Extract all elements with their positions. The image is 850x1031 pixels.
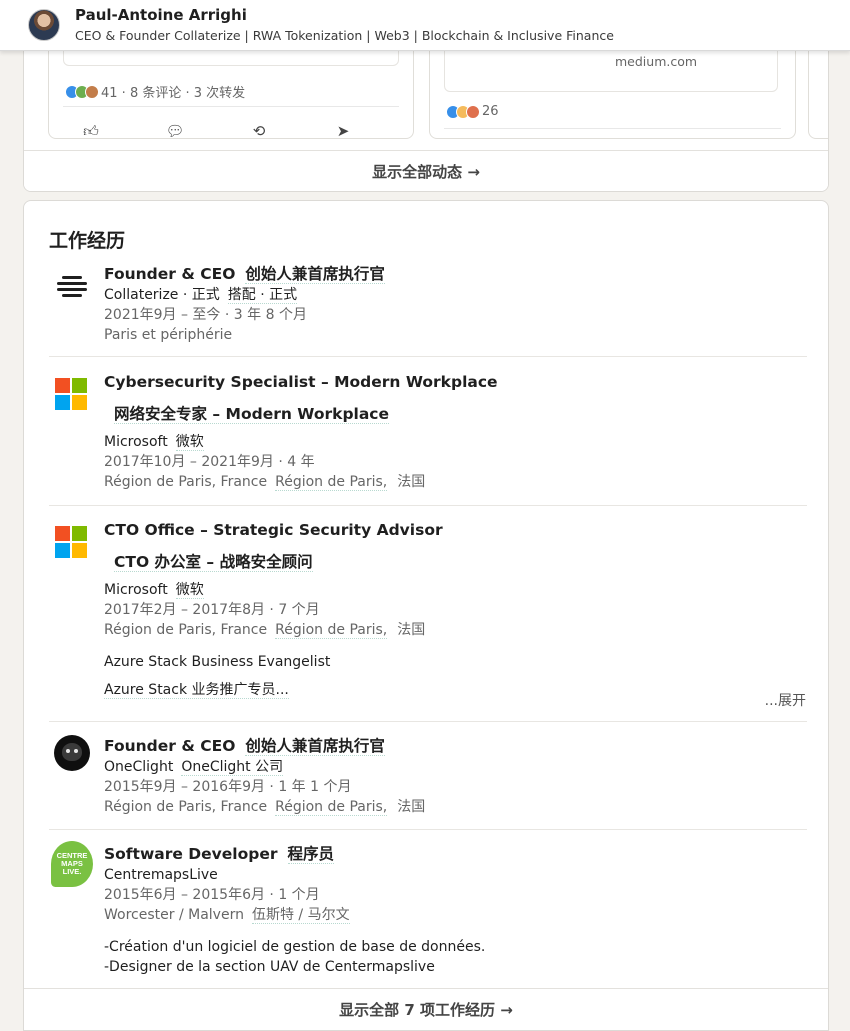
show-all-activity-button[interactable]: 显示全部动态 → xyxy=(24,150,828,191)
job-title: Software Developer xyxy=(104,845,278,863)
post-reactions[interactable]: 41 · 8 条评论 · 3 次转发 xyxy=(65,82,245,101)
microsoft-logo[interactable] xyxy=(54,525,90,561)
job-title: Founder & CEO xyxy=(104,737,236,755)
job-title: Cybersecurity Specialist – Modern Workpl… xyxy=(104,373,498,391)
location: Région de Paris, France xyxy=(104,474,268,490)
location: Paris et périphérie xyxy=(104,327,233,343)
job-title-translation: 网络安全专家 – Modern Workplace xyxy=(114,405,390,424)
date-range: 2017年10月 – 2021年9月 · 4 年 xyxy=(104,454,315,470)
company-name[interactable]: OneClight xyxy=(104,759,173,775)
post-actions: 👍︎ 💬︎ ⟲ ➤ xyxy=(49,122,413,138)
date-range: 2015年6月 – 2015年6月 · 1 个月 xyxy=(104,887,320,903)
send-icon[interactable]: ➤ xyxy=(301,122,385,138)
see-more-button[interactable]: ...展开 xyxy=(765,690,806,710)
divider xyxy=(444,128,781,129)
company-translation: 搭配 · 正式 xyxy=(227,287,298,304)
reaction-icons xyxy=(446,104,480,119)
divider xyxy=(49,505,807,506)
company-name[interactable]: Collaterize · 正式 xyxy=(104,287,220,303)
collaterize-logo[interactable] xyxy=(54,268,90,304)
thumbs-up-icon[interactable]: 👍︎ xyxy=(49,122,133,138)
company-name[interactable]: Microsoft xyxy=(104,434,168,450)
date-range: 2017年2月 – 2017年8月 · 7 个月 xyxy=(104,602,320,618)
date-range: 2015年9月 – 2016年9月 · 1 年 1 个月 xyxy=(104,779,352,795)
location: Région de Paris, France xyxy=(104,622,268,638)
microsoft-logo[interactable] xyxy=(54,377,90,413)
link-host: medium.com xyxy=(615,54,698,69)
section-title: 工作经历 xyxy=(49,230,126,252)
job-title-translation: 程序员 xyxy=(287,845,335,864)
company-name[interactable]: Microsoft xyxy=(104,582,168,598)
job-title-translation: CTO 办公室 – 战略安全顾问 xyxy=(114,553,313,572)
job-description: -Création d'un logiciel de gestion de ba… xyxy=(104,939,486,955)
location-translation-country: 法国 xyxy=(397,799,426,815)
reactions-count[interactable]: 26 xyxy=(482,104,499,119)
location-translation: Région de Paris, xyxy=(275,474,388,491)
post-reactions[interactable]: 26 xyxy=(446,104,499,119)
job-title: Founder & CEO xyxy=(104,265,236,283)
profile-name: Paul-Antoine Arrighi xyxy=(75,5,247,24)
oneclight-logo[interactable] xyxy=(54,735,90,771)
comment-icon[interactable]: 💬︎ xyxy=(133,122,217,138)
experience-section: 工作经历 Founder & CEO 创始人兼首席执行官 Collaterize … xyxy=(23,200,829,1031)
job-title: CTO Office – Strategic Security Advisor xyxy=(104,521,443,539)
job-description-translation: Azure Stack 业务推广专员... xyxy=(104,682,289,699)
job-description: -Designer de la section UAV de Centermap… xyxy=(104,959,435,975)
company-name[interactable]: CentremapsLive xyxy=(104,865,810,885)
location-translation-country: 法国 xyxy=(397,474,426,490)
reaction-icons xyxy=(65,84,99,99)
location-translation: Région de Paris, xyxy=(275,622,388,639)
date-range: 2021年9月 – 至今 · 3 年 8 个月 xyxy=(104,307,307,323)
avatar[interactable] xyxy=(28,9,60,41)
repost-icon[interactable]: ⟲ xyxy=(217,122,301,138)
location: Worcester / Malvern xyxy=(104,907,244,923)
job-description: Azure Stack Business Evangelist xyxy=(104,654,331,670)
location: Région de Paris, France xyxy=(104,799,268,815)
profile-sticky-header: Paul-Antoine Arrighi CEO & Founder Colla… xyxy=(0,0,850,51)
company-translation: 微软 xyxy=(175,582,204,599)
location-translation: Région de Paris, xyxy=(275,799,388,816)
location-translation-country: 法国 xyxy=(397,622,426,638)
company-translation: OneClight 公司 xyxy=(181,759,284,776)
divider xyxy=(49,829,807,830)
job-title-translation: 创始人兼首席执行官 xyxy=(245,737,385,756)
reactions-count[interactable]: 41 · 8 条评论 · 3 次转发 xyxy=(101,82,245,101)
divider xyxy=(49,356,807,357)
divider xyxy=(49,721,807,722)
job-title-translation: 创始人兼首席执行官 xyxy=(245,265,385,284)
centremapslive-logo[interactable]: CENTRE MAPS LIVE. xyxy=(51,841,93,887)
divider xyxy=(63,106,399,107)
company-translation: 微软 xyxy=(175,434,204,451)
profile-headline: CEO & Founder Collaterize | RWA Tokeniza… xyxy=(75,27,614,43)
show-all-experience-button[interactable]: 显示全部 7 项工作经历 → xyxy=(24,988,828,1030)
location-translation: 伍斯特 / 马尔文 xyxy=(251,907,350,924)
